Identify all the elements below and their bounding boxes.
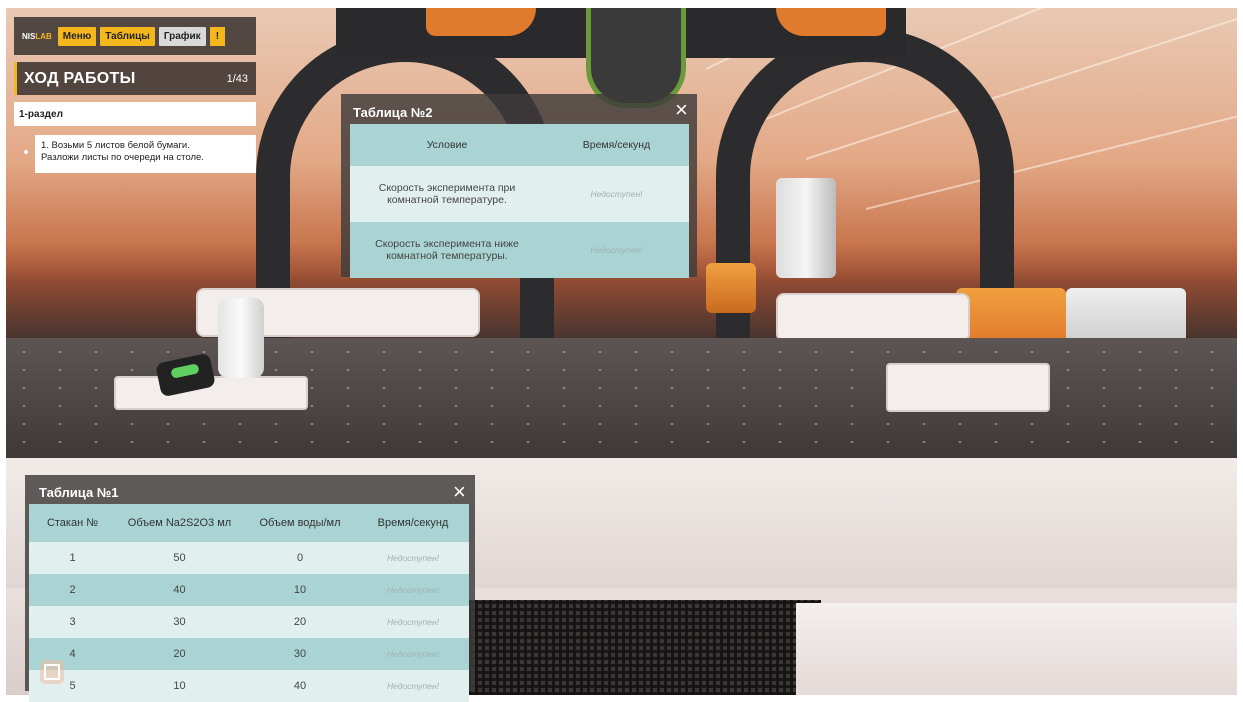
robot-arm-left: [426, 8, 536, 36]
step-instruction: 1. Возьми 5 листов белой бумаги. Разложи…: [35, 135, 256, 173]
top-toolbar: NISLAB Меню Таблицы График !: [14, 17, 256, 55]
table2-window: Таблица №2 × Условие Время/секунд Скорос…: [341, 94, 697, 278]
table1-time-value: Недоступен!: [386, 553, 440, 563]
fs-corner: [52, 672, 60, 680]
table2-cond-line: комнатной температуры.: [386, 250, 508, 262]
table1-time-value: Недоступен!: [386, 649, 440, 659]
table1-cell: 20: [116, 638, 243, 670]
floor-panel: [796, 603, 1237, 695]
table1-cell: Недоступен!: [357, 574, 469, 606]
table1-header: Объем воды/мл: [243, 504, 357, 542]
robot-head: [586, 8, 686, 108]
table1-cell: Недоступен!: [357, 638, 469, 670]
table2-condition: Скорость эксперимента при комнатной темп…: [350, 166, 544, 222]
close-icon[interactable]: ×: [675, 99, 688, 121]
table1-cell: Недоступен!: [357, 542, 469, 574]
table1-cell: Недоступен!: [357, 606, 469, 638]
container: [1066, 288, 1186, 343]
table1-cell: 10: [116, 670, 243, 702]
step-line: 1. Возьми 5 листов белой бумаги.: [41, 140, 190, 151]
container: [706, 263, 756, 313]
table2-cond-line: Скорость эксперимента ниже: [375, 238, 519, 250]
progress-header: ХОД РАБОТЫ 1/43: [14, 62, 256, 95]
fs-corner: [44, 672, 52, 680]
table1-header: Время/секунд: [357, 504, 469, 542]
table1-cell: 50: [116, 542, 243, 574]
table2-time: Недоступен!: [544, 222, 689, 278]
table-row: 5 10 40 Недоступен!: [29, 670, 469, 702]
table2-time-value: Недоступен!: [590, 245, 643, 255]
menu-button[interactable]: Меню: [57, 26, 97, 46]
table1-cell: 2: [29, 574, 116, 606]
table1-cell: 30: [116, 606, 243, 638]
table1-title: Таблица №1: [39, 485, 119, 500]
table1-cell: 10: [243, 574, 357, 606]
alert-button[interactable]: !: [209, 26, 226, 46]
table1-cell: 40: [243, 670, 357, 702]
table1-window: Таблица №1 × Стакан № Объем Na2S2O3 мл О…: [25, 475, 475, 702]
table2-condition: Скорость эксперимента ниже комнатной тем…: [350, 222, 544, 278]
container: [956, 288, 1066, 343]
graph-button[interactable]: График: [158, 26, 206, 46]
table2-header: Условие: [350, 124, 544, 166]
close-icon[interactable]: ×: [453, 481, 466, 503]
table1-cell: 30: [243, 638, 357, 670]
table1-cell: 0: [243, 542, 357, 574]
table2-title: Таблица №2: [353, 105, 433, 120]
robot-arm-right: [776, 8, 886, 36]
back-bench: [776, 293, 970, 342]
tables-button[interactable]: Таблицы: [100, 26, 155, 46]
nislab-logo: NISLAB: [22, 31, 52, 41]
right-tray[interactable]: [886, 363, 1050, 412]
step-bullet-icon: [24, 150, 28, 154]
floor-grille: [461, 600, 821, 695]
table1-cell: 20: [243, 606, 357, 638]
table-row: Скорость эксперимента при комнатной темп…: [350, 166, 689, 222]
table2-cond-line: Скорость эксперимента при: [378, 182, 516, 194]
table1-header: Стакан №: [29, 504, 116, 542]
table1-time-value: Недоступен!: [386, 681, 440, 691]
table1-time-value: Недоступен!: [386, 585, 440, 595]
fs-corner: [52, 664, 60, 672]
table1-cell: 1: [29, 542, 116, 574]
progress-count: 1/43: [226, 72, 248, 85]
table2-time-value: Недоступен!: [590, 189, 643, 199]
table-row: 4 20 30 Недоступен!: [29, 638, 469, 670]
step-line: Разложи листы по очереди на столе.: [41, 152, 204, 163]
table1-time-value: Недоступен!: [386, 617, 440, 627]
table2-header: Время/секунд: [544, 124, 689, 166]
table-row: Скорость эксперимента ниже комнатной тем…: [350, 222, 689, 278]
table2-cond-line: комнатной температуре.: [387, 194, 507, 206]
table1-header: Объем Na2S2O3 мл: [116, 504, 243, 542]
table1: Стакан № Объем Na2S2O3 мл Объем воды/мл …: [29, 504, 469, 702]
table1-cell: 40: [116, 574, 243, 606]
wash-bottle[interactable]: [218, 298, 264, 378]
fs-corner: [44, 664, 52, 672]
table-row: 3 30 20 Недоступен!: [29, 606, 469, 638]
progress-title: ХОД РАБОТЫ: [24, 69, 136, 87]
table2-time: Недоступен!: [544, 166, 689, 222]
fullscreen-icon[interactable]: [40, 660, 64, 684]
container: [776, 178, 836, 278]
section-label[interactable]: 1-раздел: [14, 102, 256, 126]
table2: Условие Время/секунд Скорость эксперимен…: [350, 124, 689, 278]
table-row: 2 40 10 Недоступен!: [29, 574, 469, 606]
table1-cell: 3: [29, 606, 116, 638]
table1-cell: Недоступен!: [357, 670, 469, 702]
table-row: 1 50 0 Недоступен!: [29, 542, 469, 574]
